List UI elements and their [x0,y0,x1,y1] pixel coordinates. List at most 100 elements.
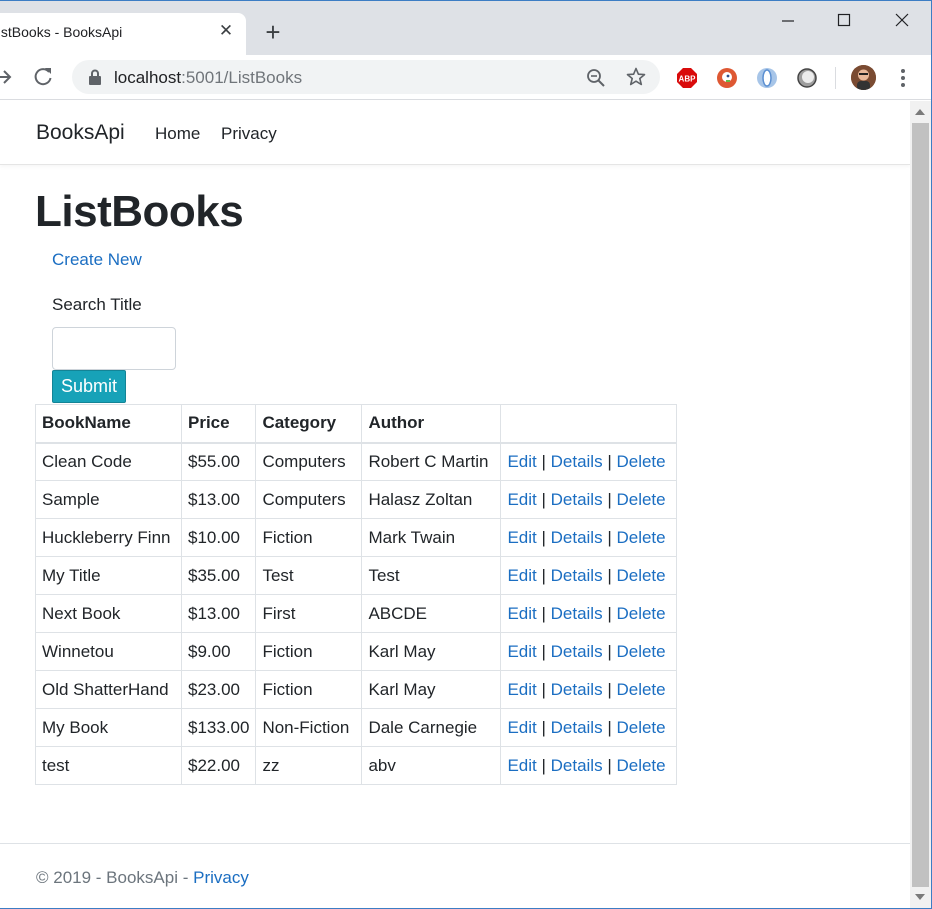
cell-category: Test [255,556,363,595]
adblock-plus-icon[interactable]: ABP [676,67,698,89]
cell-name: Next Book [35,594,182,633]
address-bar[interactable]: localhost:5001/ListBooks [72,60,660,94]
reload-icon[interactable] [32,66,54,88]
cell-actions: Edit | Details | Delete [500,480,678,519]
action-separator: | [536,451,551,471]
create-new-link[interactable]: Create New [52,250,142,270]
profile-avatar[interactable] [851,65,876,90]
cell-price: $13.00 [180,480,257,519]
edit-link[interactable]: Edit [507,604,536,623]
scrollbar-thumb[interactable] [912,123,929,887]
details-link[interactable]: Details [551,680,603,699]
table-body: Clean Code $55.00 Computers Robert C Martin… [35,442,678,785]
cell-price: $55.00 [180,442,257,481]
edit-link[interactable]: Edit [507,528,536,547]
details-link[interactable]: Details [551,490,603,509]
cell-name: My Title [35,556,182,595]
edit-link[interactable]: Edit [507,642,536,661]
cell-author: Dale Carnegie [361,708,502,747]
cell-name: Winnetou [35,632,182,671]
maximize-icon[interactable] [824,7,864,35]
edit-link[interactable]: Edit [507,566,536,585]
delete-link[interactable]: Delete [616,680,665,699]
tab-title: ListBooks - BooksApi [0,24,123,40]
details-link[interactable]: Details [551,528,603,547]
delete-link[interactable]: Delete [616,756,665,775]
cell-price: $35.00 [180,556,257,595]
window-close-icon[interactable] [882,7,922,35]
cell-category: Computers [255,480,363,519]
action-separator: | [536,527,551,547]
browser-menu-icon[interactable] [894,67,912,89]
forward-arrow-icon[interactable] [0,67,14,87]
delete-link[interactable]: Delete [616,642,665,661]
edit-link[interactable]: Edit [507,452,536,471]
table-row: Clean Code $55.00 Computers Robert C Martin… [35,442,678,481]
delete-link[interactable]: Delete [616,452,665,471]
action-separator: | [602,755,617,775]
cell-category: Fiction [255,670,363,709]
edit-link[interactable]: Edit [507,490,536,509]
minimize-icon[interactable] [768,7,808,35]
bookmark-star-icon[interactable] [626,67,646,87]
vertical-scrollbar[interactable] [910,101,931,908]
extension-blue-icon[interactable] [756,67,778,89]
cell-category: Computers [255,442,363,481]
search-title-input[interactable] [52,327,176,370]
details-link[interactable]: Details [551,718,603,737]
edit-link[interactable]: Edit [507,680,536,699]
cell-author: Karl May [361,632,502,671]
nav-home-link[interactable]: Home [155,124,200,144]
action-separator: | [536,603,551,623]
action-separator: | [536,641,551,661]
delete-link[interactable]: Delete [616,490,665,509]
cell-author: Test [361,556,502,595]
details-link[interactable]: Details [551,756,603,775]
submit-button[interactable]: Submit [52,370,126,403]
edit-link[interactable]: Edit [507,756,536,775]
cell-category: Fiction [255,632,363,671]
table-header-row: BookName Price Category Author [35,404,678,444]
action-separator: | [536,679,551,699]
zoom-out-icon[interactable] [586,68,606,88]
cell-name: Huckleberry Finn [35,518,182,557]
header-category: Category [255,404,363,444]
details-link[interactable]: Details [551,452,603,471]
delete-link[interactable]: Delete [616,604,665,623]
page-footer: © 2019 - BooksApi - Privacy [0,843,910,908]
duckduckgo-icon[interactable] [716,67,738,89]
table-row: My Book $133.00 Non-Fiction Dale Carnegie Ed… [35,708,678,747]
action-separator: | [536,755,551,775]
nav-privacy-link[interactable]: Privacy [221,124,277,144]
browser-tab[interactable]: ListBooks - BooksApi ✕ [0,13,246,55]
new-tab-icon[interactable]: + [262,19,284,45]
delete-link[interactable]: Delete [616,566,665,585]
close-tab-icon[interactable]: ✕ [216,21,236,41]
table-row: Winnetou $9.00 Fiction Karl May Edit | Detai… [35,632,678,671]
footer-copyright: © 2019 - BooksApi - [36,868,194,887]
cell-actions: Edit | Details | Delete [500,708,678,747]
svg-text:ABP: ABP [679,75,697,84]
cell-price: $22.00 [180,746,257,785]
scroll-up-arrow-icon[interactable] [915,109,925,115]
delete-link[interactable]: Delete [616,718,665,737]
action-separator: | [602,641,617,661]
cell-price: $13.00 [180,594,257,633]
footer-privacy-link[interactable]: Privacy [193,868,249,887]
cell-price: $10.00 [180,518,257,557]
cell-actions: Edit | Details | Delete [500,670,678,709]
cell-category: Non-Fiction [255,708,363,747]
cell-name: Old ShatterHand [35,670,182,709]
scroll-down-arrow-icon[interactable] [915,894,925,900]
brand-link[interactable]: BooksApi [36,121,125,145]
site-navbar: BooksApi Home Privacy [0,101,910,165]
details-link[interactable]: Details [551,642,603,661]
lock-icon [88,69,102,85]
details-link[interactable]: Details [551,566,603,585]
details-link[interactable]: Details [551,604,603,623]
extension-gray-icon[interactable] [796,67,818,89]
edit-link[interactable]: Edit [507,718,536,737]
delete-link[interactable]: Delete [616,528,665,547]
search-title-label: Search Title [52,295,142,314]
action-separator: | [602,565,617,585]
